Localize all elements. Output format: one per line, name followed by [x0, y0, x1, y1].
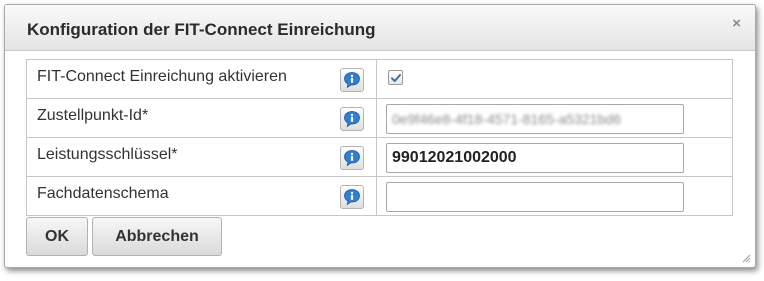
zustellpunkt-id-value: 0e9f46e8-4f18-4571-8165-a5321bd6 [392, 111, 621, 127]
field-label-zustellpunkt-id: Zustellpunkt-Id* [37, 107, 149, 124]
info-speech-bubble-icon [344, 189, 360, 206]
info-speech-bubble-icon [344, 72, 360, 89]
checkmark-icon [391, 74, 401, 82]
dialog-title: Konfiguration der FIT-Connect Einreichun… [27, 20, 376, 39]
label-cell: FIT-Connect Einreichung aktivieren [26, 59, 377, 99]
info-button-zustellpunkt-id[interactable] [340, 107, 364, 131]
form-row-zustellpunkt: Zustellpunkt-Id* 0e9f46e8-4f18-4571-8165… [26, 98, 733, 138]
close-icon[interactable]: × [732, 15, 741, 32]
fachdatenschema-input[interactable] [386, 182, 684, 212]
config-form-table: FIT-Connect Einreichung aktivieren Zuste… [26, 59, 733, 216]
field-label-leistungsschluessel: Leistungsschlüssel* [37, 146, 178, 163]
form-row-leistungsschluessel: Leistungsschlüssel* 99012021002000 [26, 137, 733, 177]
label-cell: Fachdatenschema [26, 176, 377, 216]
info-button-leistungsschluessel[interactable] [340, 146, 364, 170]
value-cell [376, 59, 733, 99]
field-label-activate: FIT-Connect Einreichung aktivieren [37, 68, 287, 85]
value-cell: 99012021002000 [376, 137, 733, 177]
info-speech-bubble-icon [344, 111, 360, 128]
info-speech-bubble-icon [344, 150, 360, 167]
label-cell: Leistungsschlüssel* [26, 137, 377, 177]
field-label-fachdatenschema: Fachdatenschema [37, 185, 169, 202]
info-button-activate[interactable] [340, 68, 364, 92]
activate-checkbox[interactable] [388, 70, 403, 85]
resize-grip-icon[interactable] [742, 254, 751, 263]
dialog-titlebar[interactable]: Konfiguration der FIT-Connect Einreichun… [5, 5, 755, 51]
info-button-fachdatenschema[interactable] [340, 185, 364, 209]
label-cell: Zustellpunkt-Id* [26, 98, 377, 138]
leistungsschluessel-input[interactable]: 99012021002000 [386, 143, 684, 173]
value-cell [376, 176, 733, 216]
ok-button[interactable]: OK [26, 217, 88, 256]
fit-connect-config-dialog: Konfiguration der FIT-Connect Einreichun… [4, 4, 756, 268]
zustellpunkt-id-input[interactable]: 0e9f46e8-4f18-4571-8165-a5321bd6 [386, 104, 684, 134]
form-row-activate: FIT-Connect Einreichung aktivieren [26, 59, 733, 99]
form-row-fachdatenschema: Fachdatenschema [26, 176, 733, 216]
value-cell: 0e9f46e8-4f18-4571-8165-a5321bd6 [376, 98, 733, 138]
cancel-button[interactable]: Abbrechen [92, 217, 222, 256]
